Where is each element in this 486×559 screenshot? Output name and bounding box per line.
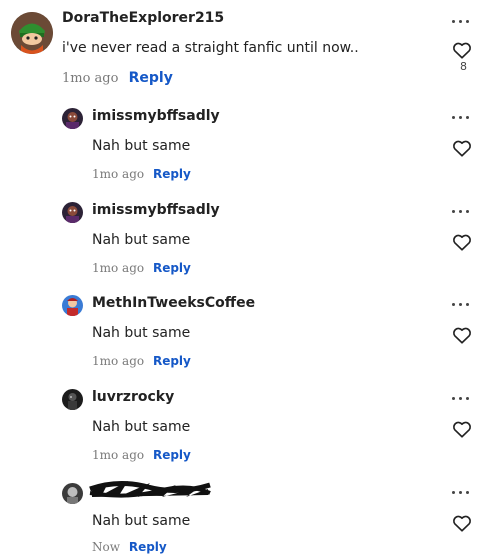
reply-button[interactable]: Reply <box>129 70 173 86</box>
reply-item: luvrzrocky Nah but same 1mo ago Reply <box>0 389 486 469</box>
kyle-avatar-icon[interactable] <box>11 12 53 54</box>
heart-icon[interactable] <box>452 139 472 157</box>
redaction-scribble <box>89 481 211 498</box>
reply-meta: 1mo ago Reply <box>92 167 191 181</box>
reply-text: Nah but same <box>92 138 191 154</box>
comment-meta: 1mo ago Reply <box>62 70 173 86</box>
reply-item: MethInTweeksCoffee Nah but same 1mo ago … <box>0 295 486 375</box>
comment: DoraTheExplorer215 i've never read a str… <box>0 0 486 96</box>
reply-button[interactable]: Reply <box>129 540 167 554</box>
reply-timestamp: 1mo ago <box>92 448 145 462</box>
more-options-icon[interactable] <box>452 300 470 308</box>
reply-username[interactable]: luvrzrocky <box>92 389 174 405</box>
reply-item: imissmybffsadly Nah but same 1mo ago Rep… <box>0 202 486 282</box>
reply-meta: Now Reply <box>92 540 167 554</box>
reply-button[interactable]: Reply <box>153 354 191 368</box>
blue-red-character-avatar-icon[interactable] <box>62 295 83 316</box>
reply-timestamp: Now <box>92 540 120 554</box>
comment-text: i've never read a straight fanfic until … <box>62 40 359 56</box>
reply-text: Nah but same <box>92 325 191 341</box>
reply-meta: 1mo ago Reply <box>92 448 191 462</box>
reply-username[interactable]: MethInTweeksCoffee <box>92 295 255 311</box>
reply-button[interactable]: Reply <box>153 261 191 275</box>
more-options-icon[interactable] <box>452 394 470 402</box>
comment-timestamp: 1mo ago <box>62 71 119 86</box>
heart-icon[interactable] <box>452 420 472 438</box>
more-options-icon[interactable] <box>452 207 470 215</box>
reply-button[interactable]: Reply <box>153 448 191 462</box>
heart-icon[interactable] <box>452 233 472 251</box>
more-options-icon[interactable] <box>452 488 470 496</box>
comment-username[interactable]: DoraTheExplorer215 <box>62 10 224 26</box>
reply-item: Nah but same Now Reply <box>0 481 486 559</box>
reply-username[interactable]: imissmybffsadly <box>92 108 220 124</box>
more-options-icon[interactable] <box>452 17 470 25</box>
reply-item: imissmybffsadly Nah but same 1mo ago Rep… <box>0 108 486 188</box>
reply-text: Nah but same <box>92 419 191 435</box>
dark-figure-avatar-icon[interactable] <box>62 389 83 410</box>
like-count: 8 <box>460 60 467 73</box>
reply-timestamp: 1mo ago <box>92 167 145 181</box>
reply-timestamp: 1mo ago <box>92 261 145 275</box>
heart-icon[interactable] <box>452 514 472 532</box>
reply-meta: 1mo ago Reply <box>92 261 191 275</box>
heart-icon[interactable] <box>452 41 472 59</box>
reply-button[interactable]: Reply <box>153 167 191 181</box>
dark-character-avatar-icon[interactable] <box>62 108 83 129</box>
gray-avatar-icon[interactable] <box>62 483 83 504</box>
more-options-icon[interactable] <box>452 113 470 121</box>
dark-character-avatar-icon[interactable] <box>62 202 83 223</box>
reply-username[interactable]: imissmybffsadly <box>92 202 220 218</box>
reply-text: Nah but same <box>92 232 191 248</box>
reply-timestamp: 1mo ago <box>92 354 145 368</box>
reply-text: Nah but same <box>92 513 191 529</box>
heart-icon[interactable] <box>452 326 472 344</box>
reply-meta: 1mo ago Reply <box>92 354 191 368</box>
